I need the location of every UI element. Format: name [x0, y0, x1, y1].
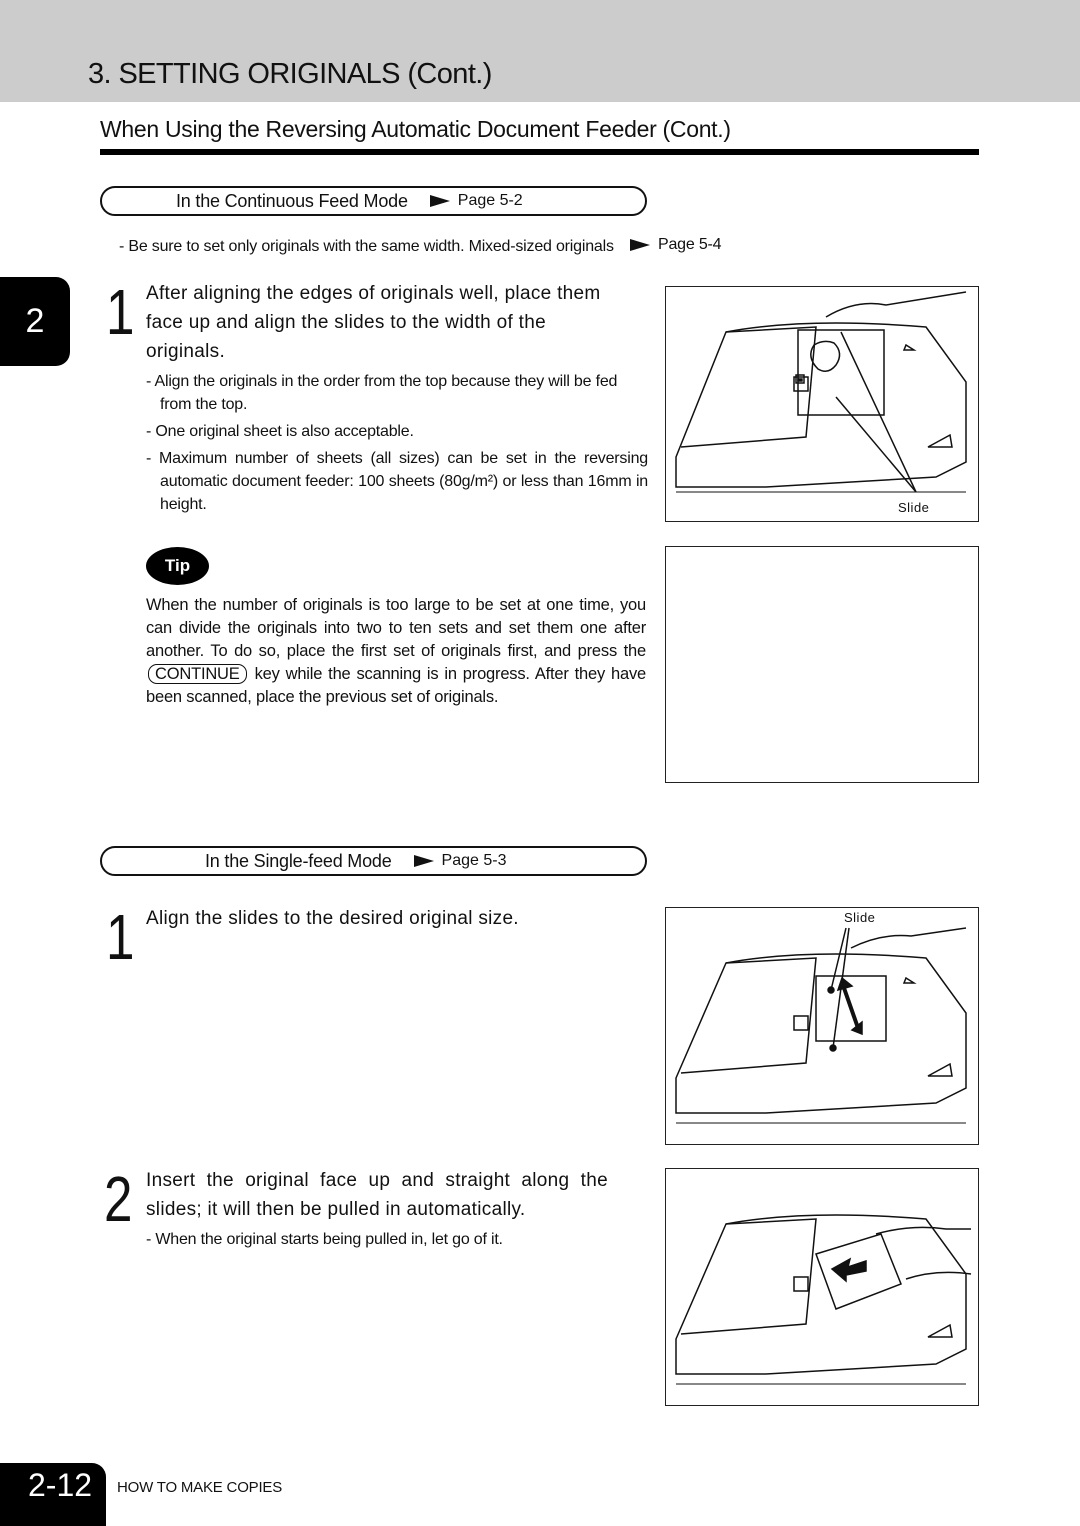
- step-number: 1: [106, 901, 135, 973]
- triangle-mark-icon: [927, 1062, 953, 1077]
- slide-callout-line: [835, 396, 917, 493]
- triangle-mark-icon: [927, 433, 953, 448]
- step-bullets: - Align the originals in the order from …: [146, 370, 648, 516]
- tip-badge: Tip: [146, 547, 209, 585]
- hand-outline: [875, 1226, 971, 1235]
- triangle-mark-icon: [902, 343, 917, 351]
- chapter-title: 3. SETTING ORIGINALS (Cont.): [88, 58, 492, 90]
- figure-insert-original: [665, 1168, 979, 1406]
- tip-text: When the number of originals is too larg…: [146, 594, 646, 709]
- continue-key: CONTINUE: [148, 664, 247, 684]
- hand-outline: [825, 291, 967, 318]
- slide-label: Slide: [844, 910, 876, 925]
- step-number: 2: [104, 1163, 133, 1235]
- adf-body-outline: [675, 953, 967, 1114]
- step-instruction: Align the slides to the desired original…: [146, 908, 519, 929]
- figure-placeholder: [665, 546, 979, 783]
- continuous-feed-mode-heading: In the Continuous Feed Mode Page 5-2: [100, 186, 647, 216]
- section-divider: [100, 149, 979, 155]
- double-arrow-icon: [842, 987, 860, 1029]
- arrow-right-icon: [630, 239, 651, 251]
- single-feed-mode-heading: In the Single-feed Mode Page 5-3: [100, 846, 647, 876]
- mode-label: In the Single-feed Mode: [205, 850, 392, 871]
- step-instruction: Insert the original face up and straight…: [146, 1170, 608, 1220]
- adf-illustration: [675, 291, 967, 493]
- bullet-item: - When the original starts being pulled …: [146, 1231, 503, 1248]
- adf-body-outline: [675, 322, 967, 488]
- width-note: - Be sure to set only originals with the…: [119, 236, 722, 256]
- slide-callout-line: [840, 331, 917, 493]
- adf-insert-illustration: [675, 1214, 972, 1385]
- bullet-item: - Align the originals in the order from …: [146, 373, 618, 413]
- step-instruction: After aligning the edges of originals we…: [146, 283, 601, 362]
- mixed-size-page-reference-link[interactable]: Page 5-4: [630, 236, 722, 254]
- apple-original-icon: [810, 340, 841, 372]
- page-number: 2-12: [28, 1467, 93, 1503]
- page-reference-link[interactable]: Page 5-2: [429, 192, 523, 210]
- adf-slide-illustration: [675, 927, 967, 1124]
- step-number: 1: [106, 276, 135, 348]
- bullet-item: - Maximum number of sheets (all sizes) c…: [146, 450, 648, 513]
- triangle-mark-icon: [902, 976, 917, 984]
- arrow-right-icon: [413, 855, 434, 867]
- arrow-head: [836, 976, 854, 992]
- adf-lid: [680, 326, 817, 448]
- hand-outline: [905, 1271, 972, 1280]
- section-title: When Using the Reversing Automatic Docum…: [100, 116, 731, 142]
- step-bullets: - When the original starts being pulled …: [146, 1228, 646, 1251]
- arrow-right-icon: [429, 195, 450, 207]
- page-reference: Page 5-4: [658, 236, 722, 253]
- figure-single-feed-slides: Slide: [665, 907, 979, 1145]
- mode-label: In the Continuous Feed Mode: [176, 190, 408, 211]
- adf-body-outline: [675, 1214, 967, 1375]
- tip-text-before: When the number of originals is too larg…: [146, 596, 646, 660]
- page-reference-link[interactable]: Page 5-3: [413, 852, 507, 870]
- triangle-mark-icon: [927, 1323, 953, 1338]
- slide-label: Slide: [898, 500, 930, 515]
- hand-outline: [850, 927, 967, 949]
- square-mark-icon: [793, 1015, 809, 1031]
- footer-section-label: HOW TO MAKE COPIES: [117, 1479, 283, 1496]
- chapter-tab[interactable]: 2: [0, 277, 70, 366]
- square-mark-icon: [793, 1276, 809, 1292]
- page-reference: Page 5-3: [441, 852, 507, 869]
- page-reference: Page 5-2: [457, 192, 523, 209]
- width-note-text: - Be sure to set only originals with the…: [119, 238, 614, 255]
- bullet-item: - One original sheet is also acceptable.: [146, 423, 414, 440]
- figure-continuous-feed: Slide: [665, 286, 979, 522]
